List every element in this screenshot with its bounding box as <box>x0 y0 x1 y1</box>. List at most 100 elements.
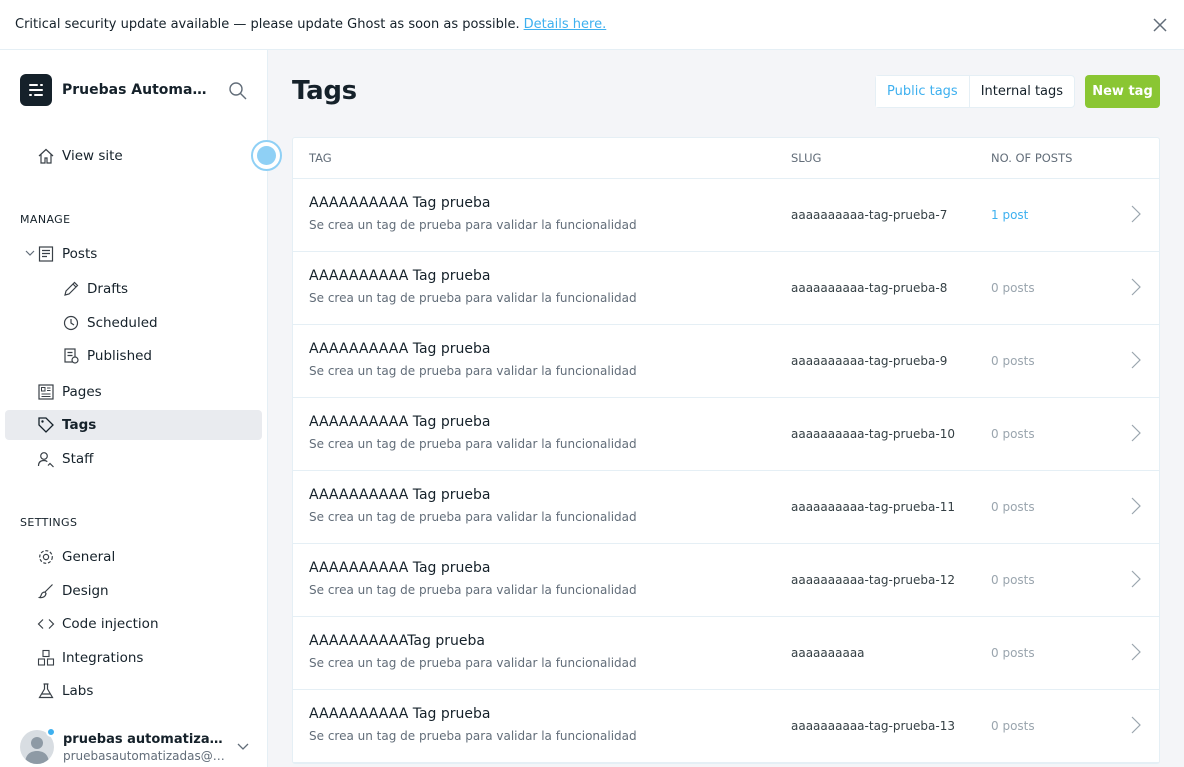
tag-name: AAAAAAAAAATag prueba <box>309 633 485 649</box>
nav-posts[interactable]: Posts <box>5 239 262 269</box>
nav-general[interactable]: General <box>5 542 262 572</box>
chevron-down-icon[interactable] <box>236 739 250 757</box>
posts-icon <box>36 244 56 264</box>
manage-heading: MANAGE <box>20 213 71 226</box>
tag-post-count: 0 posts <box>991 573 1035 587</box>
tag-post-count: 0 posts <box>991 281 1035 295</box>
nav-pages[interactable]: Pages <box>5 377 262 407</box>
chevron-down-icon[interactable] <box>24 247 36 263</box>
settings-heading: SETTINGS <box>20 516 78 529</box>
tag-name: AAAAAAAAAA Tag prueba <box>309 560 491 576</box>
code-icon <box>36 614 56 634</box>
tag-slug: aaaaaaaaaa-tag-prueba-9 <box>791 354 948 368</box>
table-header: TAG SLUG NO. OF POSTS <box>293 138 1159 179</box>
internal-tags-tab[interactable]: Internal tags <box>970 76 1074 107</box>
tag-description: Se crea un tag de prueba para validar la… <box>309 729 637 743</box>
table-row[interactable]: AAAAAAAAAA Tag prueba Se crea un tag de … <box>293 471 1159 544</box>
tag-description: Se crea un tag de prueba para validar la… <box>309 656 637 670</box>
nav-integrations-label: Integrations <box>62 650 144 666</box>
user-email: pruebasautomatizadas@uniandes.edu.co <box>63 748 228 763</box>
published-icon <box>61 346 81 366</box>
tag-type-toggle: Public tags Internal tags <box>875 75 1076 108</box>
header-slug: SLUG <box>791 151 822 165</box>
tag-description: Se crea un tag de prueba para validar la… <box>309 364 637 378</box>
tag-description: Se crea un tag de prueba para validar la… <box>309 291 637 305</box>
tag-name: AAAAAAAAAA Tag prueba <box>309 195 491 211</box>
table-row[interactable]: AAAAAAAAAA Tag prueba Se crea un tag de … <box>293 398 1159 471</box>
home-icon <box>36 146 56 166</box>
nav-staff[interactable]: Staff <box>5 444 262 474</box>
chevron-right-icon <box>1129 496 1143 516</box>
nav-drafts[interactable]: Drafts <box>5 274 262 304</box>
tag-name: AAAAAAAAAA Tag prueba <box>309 268 491 284</box>
alert-message: Critical security update available — ple… <box>15 17 520 32</box>
table-row[interactable]: AAAAAAAAAA Tag prueba Se crea un tag de … <box>293 179 1159 252</box>
search-icon[interactable] <box>228 81 248 101</box>
nav-view-site-label: View site <box>62 148 123 164</box>
integrations-icon <box>36 648 56 668</box>
new-tag-button[interactable]: New tag <box>1085 75 1160 108</box>
nav-drafts-label: Drafts <box>87 281 129 297</box>
tag-post-count: 0 posts <box>991 646 1035 660</box>
header-posts: NO. OF POSTS <box>991 151 1073 165</box>
staff-icon <box>36 449 56 469</box>
nav-general-label: General <box>62 549 116 565</box>
tag-name: AAAAAAAAAA Tag prueba <box>309 706 491 722</box>
nav-view-site[interactable]: View site <box>5 141 262 171</box>
close-icon[interactable] <box>1150 15 1170 35</box>
nav-code-injection-label: Code injection <box>62 616 159 632</box>
user-menu[interactable]: pruebas automatizadas pruebasautomatizad… <box>20 727 260 767</box>
chevron-right-icon <box>1129 350 1143 370</box>
nav-tags[interactable]: Tags <box>5 410 262 440</box>
clock-icon <box>61 313 81 333</box>
chevron-right-icon <box>1129 204 1143 224</box>
brush-icon <box>36 581 56 601</box>
tag-slug: aaaaaaaaaa-tag-prueba-10 <box>791 427 955 441</box>
nav-staff-label: Staff <box>62 451 94 467</box>
tag-post-count: 0 posts <box>991 500 1035 514</box>
nav-tags-label: Tags <box>62 417 97 433</box>
tag-post-count: 0 posts <box>991 354 1035 368</box>
nav-scheduled-label: Scheduled <box>87 315 158 331</box>
sidebar: Pruebas Automatizadas View site MANAGE P… <box>0 50 282 767</box>
chevron-right-icon <box>1129 569 1143 589</box>
nav-design[interactable]: Design <box>5 576 262 606</box>
tag-name: AAAAAAAAAA Tag prueba <box>309 341 491 357</box>
tag-description: Se crea un tag de prueba para validar la… <box>309 437 637 451</box>
chevron-right-icon <box>1129 423 1143 443</box>
tag-post-count[interactable]: 1 post <box>991 208 1028 222</box>
tag-name: AAAAAAAAAA Tag prueba <box>309 487 491 503</box>
tag-name: AAAAAAAAAA Tag prueba <box>309 414 491 430</box>
table-row[interactable]: AAAAAAAAAA Tag prueba Se crea un tag de … <box>293 325 1159 398</box>
user-name: pruebas automatizadas <box>63 731 228 747</box>
pencil-icon <box>61 279 81 299</box>
header-tag: TAG <box>309 151 332 165</box>
nav-scheduled[interactable]: Scheduled <box>5 308 262 338</box>
nav-labs[interactable]: Labs <box>5 676 262 706</box>
brand[interactable]: Pruebas Automatizadas <box>20 74 212 106</box>
gear-icon <box>36 547 56 567</box>
nav-posts-label: Posts <box>62 246 98 262</box>
ghost-logo-icon <box>20 74 52 106</box>
tag-slug: aaaaaaaaaa-tag-prueba-8 <box>791 281 948 295</box>
nav-pages-label: Pages <box>62 384 102 400</box>
flask-icon <box>36 681 56 701</box>
public-tags-tab[interactable]: Public tags <box>876 76 970 107</box>
notification-badge <box>46 727 56 737</box>
nav-published-label: Published <box>87 348 152 364</box>
pages-icon <box>36 382 56 402</box>
table-row[interactable]: AAAAAAAAAA Tag prueba Se crea un tag de … <box>293 544 1159 617</box>
table-row[interactable]: AAAAAAAAAA Tag prueba Se crea un tag de … <box>293 252 1159 325</box>
nav-integrations[interactable]: Integrations <box>5 643 262 673</box>
chevron-right-icon <box>1129 277 1143 297</box>
tag-slug: aaaaaaaaaa-tag-prueba-11 <box>791 500 955 514</box>
table-row[interactable]: AAAAAAAAAATag prueba Se crea un tag de p… <box>293 617 1159 690</box>
nav-published[interactable]: Published <box>5 341 262 371</box>
alert-details-link[interactable]: Details here. <box>524 17 607 32</box>
tag-slug: aaaaaaaaaa <box>791 646 865 660</box>
table-row[interactable]: AAAAAAAAAA Tag prueba Se crea un tag de … <box>293 690 1159 763</box>
tag-post-count: 0 posts <box>991 719 1035 733</box>
tag-slug: aaaaaaaaaa-tag-prueba-7 <box>791 208 948 222</box>
chevron-right-icon <box>1129 642 1143 662</box>
nav-code-injection[interactable]: Code injection <box>5 609 262 639</box>
